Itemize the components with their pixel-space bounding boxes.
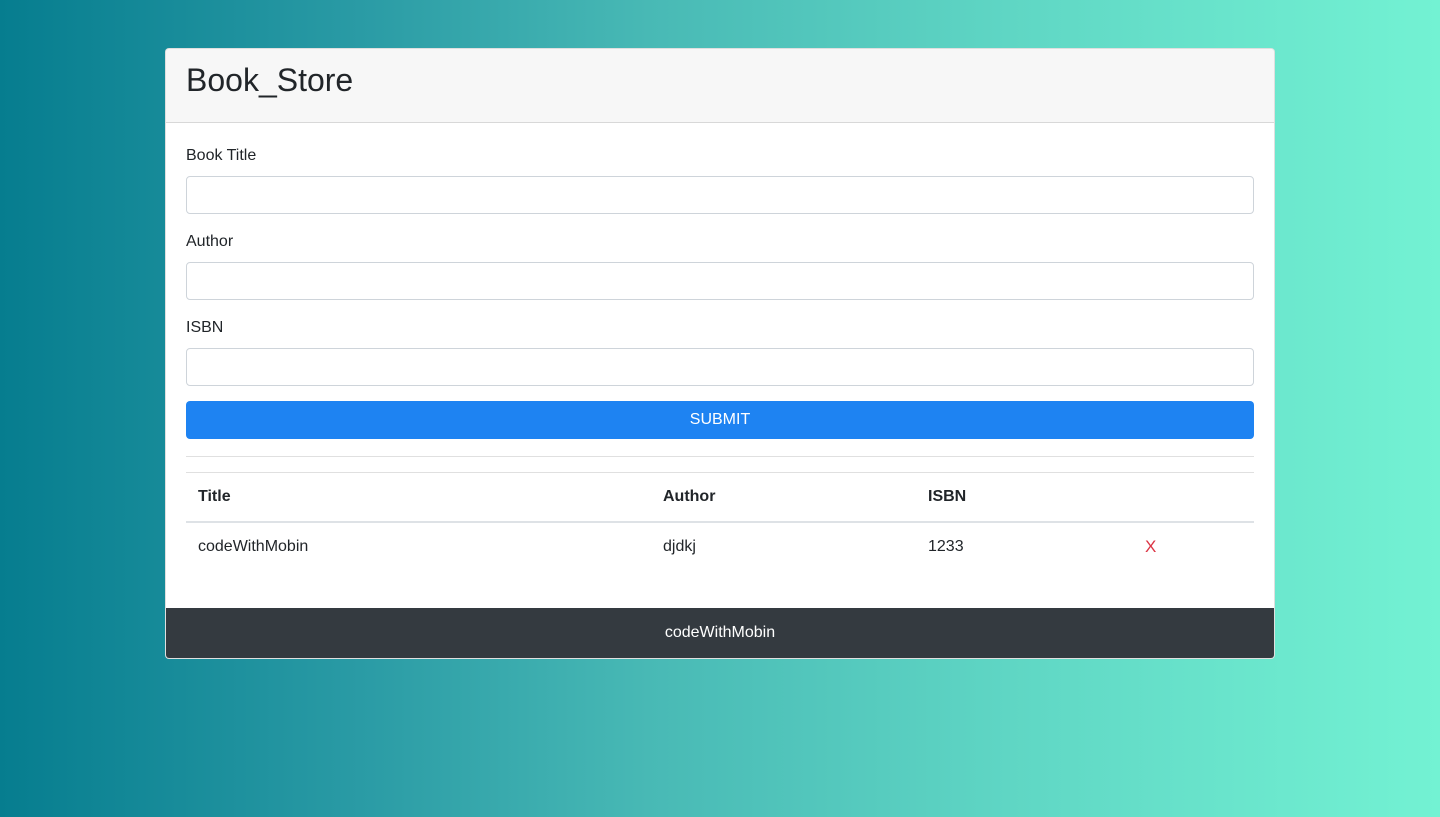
card-header: Book_Store [166,49,1274,123]
column-header-title: Title [186,473,651,523]
author-label: Author [186,233,234,250]
isbn-label: ISBN [186,319,224,336]
column-header-isbn: ISBN [916,473,1133,523]
footer: codeWithMobin [166,608,1274,658]
column-header-author: Author [651,473,916,523]
author-input[interactable] [186,262,1254,300]
table-row: codeWithMobin djdkj 1233 X [186,522,1254,571]
books-table: Title Author ISBN codeWithMobin djdkj 12… [186,473,1254,571]
book-title-input[interactable] [186,176,1254,214]
isbn-input[interactable] [186,348,1254,386]
footer-text: codeWithMobin [664,624,776,641]
page-title: Book_Store [186,61,354,98]
delete-cell: X [1133,522,1254,571]
book-title-cell: codeWithMobin [198,538,309,555]
book-author-cell: djdkj [663,538,696,555]
submit-button[interactable]: SUBMIT [186,401,1254,439]
divider [186,456,1254,457]
book-store-card: Book_Store Book Title Author ISBN SUBMIT… [165,48,1275,659]
book-title-label: Book Title [186,147,257,164]
delete-button[interactable]: X [1145,537,1156,556]
table-header-row: Title Author ISBN [186,473,1254,523]
book-isbn-cell: 1233 [928,538,964,555]
column-header-actions [1133,473,1254,523]
